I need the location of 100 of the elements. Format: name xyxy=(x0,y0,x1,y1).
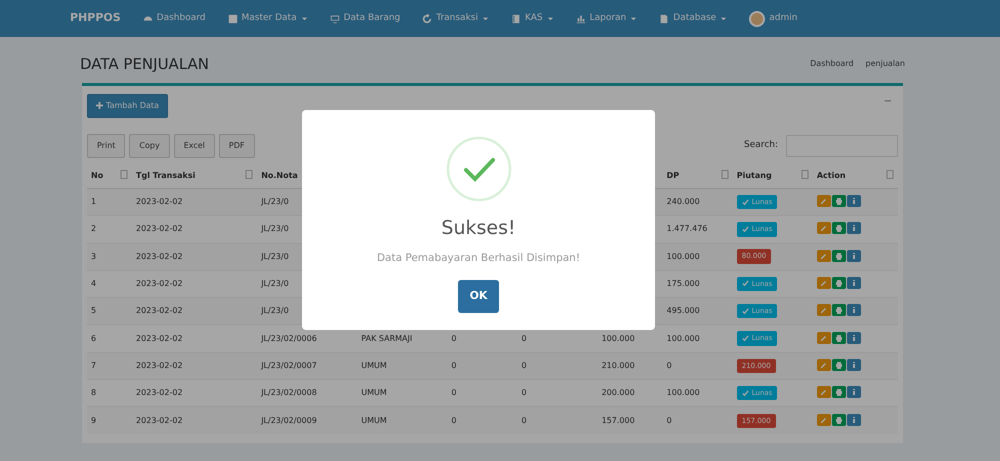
print-button[interactable] xyxy=(832,195,846,208)
print-button[interactable] xyxy=(832,358,846,371)
breadcrumb-link[interactable]: penjualan xyxy=(866,58,905,70)
export-button[interactable]: Copy xyxy=(129,134,170,158)
printer-icon xyxy=(834,306,843,314)
edit-button[interactable] xyxy=(816,386,831,398)
info-button[interactable] xyxy=(846,222,861,234)
table-cell: 2023-02-02 xyxy=(136,360,183,370)
dashboard-icon xyxy=(142,14,153,24)
info-button[interactable] xyxy=(846,250,861,262)
pencil-icon xyxy=(820,334,828,342)
edit-button[interactable] xyxy=(816,304,831,316)
nav-link[interactable]: Data Barang xyxy=(330,12,400,26)
dialog-title: Sukses! xyxy=(441,216,516,241)
column-header[interactable]: Piutang xyxy=(736,171,772,180)
table-cell: 2023-02-02 xyxy=(136,388,183,398)
export-button[interactable]: Print xyxy=(87,134,126,158)
edit-button[interactable] xyxy=(816,222,831,234)
edit-button[interactable] xyxy=(816,358,831,371)
monitor-icon xyxy=(330,14,340,24)
check-icon xyxy=(742,280,749,288)
column-header[interactable]: Tgl Transaksi xyxy=(136,171,196,180)
table-cell: 2 xyxy=(91,224,96,234)
table-cell: 5 xyxy=(91,306,96,316)
ok-button[interactable]: OK xyxy=(458,280,500,313)
pencil-icon xyxy=(820,306,828,314)
column-header[interactable]: No.Nota xyxy=(261,171,298,180)
info-button[interactable] xyxy=(846,358,861,371)
table-cell: PAK SARMAJI xyxy=(361,334,412,343)
column-header[interactable]: No xyxy=(91,171,104,180)
info-button[interactable] xyxy=(846,277,861,290)
table-cell: UMUM xyxy=(361,388,387,398)
print-button[interactable] xyxy=(832,304,846,316)
sort-icon[interactable] xyxy=(800,170,809,179)
table-cell: 240.000 xyxy=(666,197,700,206)
checkmark-icon xyxy=(446,136,512,202)
pencil-icon xyxy=(820,388,828,396)
table-cell: 2023-02-02 xyxy=(136,306,183,316)
sort-icon[interactable] xyxy=(886,170,894,179)
table-cell: 2023-02-02 xyxy=(136,252,183,261)
print-button[interactable] xyxy=(832,250,846,262)
search-label: Search: xyxy=(744,139,778,152)
page-title: DATA PENJUALAN xyxy=(80,55,210,73)
table-cell: 2023-02-02 xyxy=(136,197,183,206)
pencil-icon xyxy=(820,360,828,369)
refresh-icon xyxy=(422,14,432,24)
print-button[interactable] xyxy=(832,386,846,398)
nav-link[interactable]: Laporan xyxy=(576,12,638,26)
nav-link[interactable]: KAS xyxy=(510,12,554,26)
info-button[interactable] xyxy=(846,386,861,398)
table-cell: JL/23/0 xyxy=(261,306,289,316)
edit-button[interactable] xyxy=(816,250,831,262)
info-button[interactable] xyxy=(846,332,861,344)
pencil-icon xyxy=(820,197,828,206)
printer-icon xyxy=(834,197,843,206)
nav-link[interactable]: Transaksi xyxy=(422,12,489,26)
breadcrumb-link[interactable]: Dashboard xyxy=(806,58,854,70)
pencil-icon xyxy=(820,252,828,260)
table-cell: 200.000 xyxy=(602,388,635,398)
edit-button[interactable] xyxy=(816,332,831,344)
print-button[interactable] xyxy=(832,332,846,344)
user-menu[interactable]: admin xyxy=(749,10,798,26)
table-cell: JL/23/02/0009 xyxy=(261,416,317,425)
info-button[interactable] xyxy=(846,414,861,426)
file-icon xyxy=(659,14,670,24)
sort-icon[interactable] xyxy=(120,170,128,179)
table-cell: 6 xyxy=(91,334,96,343)
collapse-button[interactable]: − xyxy=(878,94,898,109)
table-cell: 9 xyxy=(91,416,96,425)
export-button[interactable]: PDF xyxy=(218,134,254,158)
table-cell: 0 xyxy=(521,334,527,343)
column-header[interactable]: DP xyxy=(666,171,680,180)
table-cell: 0 xyxy=(451,360,456,370)
pencil-icon xyxy=(820,224,828,232)
edit-button[interactable] xyxy=(816,414,831,426)
table-cell: 100.000 xyxy=(666,252,700,261)
table-cell: 0 xyxy=(521,388,527,398)
table-cell: 0 xyxy=(451,334,456,343)
nav-link[interactable]: Dashboard xyxy=(142,12,206,26)
add-data-button[interactable]: Tambah Data xyxy=(87,94,168,118)
book-icon xyxy=(510,14,521,24)
column-header[interactable]: Action xyxy=(816,171,846,180)
edit-button[interactable] xyxy=(816,195,831,208)
nav-link[interactable]: Database xyxy=(659,12,728,26)
printer-icon xyxy=(834,334,843,342)
print-button[interactable] xyxy=(832,414,846,426)
export-button[interactable]: Excel xyxy=(174,134,215,158)
info-button[interactable] xyxy=(846,195,861,208)
brand-logo[interactable]: PHPPOS xyxy=(70,10,121,27)
sort-icon[interactable] xyxy=(720,170,729,179)
list-icon xyxy=(228,14,238,24)
sort-icon[interactable] xyxy=(245,170,254,179)
nav-link[interactable]: Master Data xyxy=(228,12,308,26)
print-button[interactable] xyxy=(832,277,846,290)
print-button[interactable] xyxy=(832,222,846,234)
edit-button[interactable] xyxy=(816,277,831,290)
pencil-icon xyxy=(820,279,828,288)
info-button[interactable] xyxy=(846,304,861,316)
table-cell: 4 xyxy=(91,279,96,288)
table-cell: 7 xyxy=(91,360,96,370)
